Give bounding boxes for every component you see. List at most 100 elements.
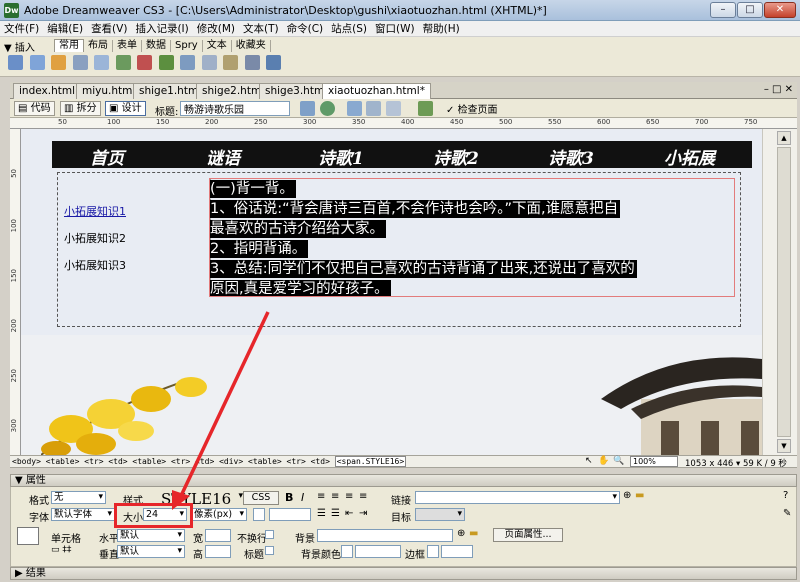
target-select[interactable] [415,508,465,521]
italic-button[interactable]: I [301,491,304,504]
menu-commands[interactable]: 命令(C) [283,21,328,36]
table-icon[interactable] [72,55,88,70]
hyperlink-icon[interactable] [8,55,23,70]
scroll-up-icon[interactable]: ▲ [777,131,791,145]
unordered-list-icon[interactable]: ☰ [317,508,326,519]
vertical-select[interactable]: 默认 [117,545,185,558]
insert-tab-spry[interactable]: Spry [171,40,203,52]
insert-tab-favorites[interactable]: 收藏夹 [232,40,271,52]
nav-riddles[interactable]: 谜语 [206,144,240,169]
side-link-3[interactable]: 小拓展知识3 [64,257,126,273]
side-link-1[interactable]: 小拓展知识1 [64,203,126,219]
preview-globe-icon[interactable] [320,101,335,116]
zoom-select[interactable]: 100% [630,456,678,467]
doc-tab-miyu[interactable]: miyu.html [76,83,142,99]
insert-tab-common[interactable]: 常用 [54,39,84,52]
minimize-button[interactable]: – [710,2,736,18]
tag-path[interactable]: <body> <table> <tr> <td> <table> <tr> <t… [12,456,407,467]
menu-modify[interactable]: 修改(M) [193,21,239,36]
outdent-icon[interactable]: ⇤ [345,508,353,519]
design-canvas[interactable]: 首页 谜语 诗歌1 诗歌2 诗歌3 小拓展 小拓展知识1 小拓展知识2 小拓展知… [21,129,762,455]
css-button[interactable]: CSS [243,491,279,505]
page-properties-button[interactable]: 页面属性... [493,528,563,542]
close-button[interactable]: ✕ [764,2,796,18]
insert-panel-header[interactable]: ▼ 插入 [4,39,35,54]
quick-tag-editor-icon[interactable]: ✎ [783,508,791,519]
scroll-thumb[interactable] [777,147,791,437]
design-view-button[interactable]: ▣ 设计 [105,101,146,116]
menu-text[interactable]: 文本(T) [239,21,283,36]
bgcolor-input[interactable] [355,545,401,558]
height-input[interactable] [205,545,231,558]
image-icon[interactable] [115,55,131,70]
doc-window-controls[interactable]: – □ ✕ [764,84,793,95]
bold-button[interactable]: B [285,491,293,504]
comment-icon[interactable] [180,55,195,70]
help-icon[interactable]: ? [783,490,788,501]
menu-help[interactable]: 帮助(H) [419,21,464,36]
horizontal-select[interactable]: 默认 [117,529,185,542]
link-input[interactable] [415,491,620,504]
tag-chooser-icon[interactable] [266,55,281,70]
menu-window[interactable]: 窗口(W) [371,21,419,36]
check-page-button[interactable]: ✓ 检查页面 [446,101,498,116]
layer-icon[interactable] [94,55,109,70]
border-color-swatch[interactable] [427,545,439,558]
nav-poems-3[interactable]: 诗歌3 [548,144,594,169]
insert-tab-text[interactable]: 文本 [203,40,232,52]
script-icon[interactable] [223,55,238,70]
code-view-button[interactable]: ▤ 代码 [14,101,55,116]
nowrap-checkbox[interactable] [265,530,274,539]
selected-tag[interactable]: <span.STYLE16> [334,456,407,467]
align-left-icon[interactable]: ≡ [317,491,325,502]
insert-tab-data[interactable]: 数据 [142,40,171,52]
named-anchor-icon[interactable] [51,55,66,70]
no-browser-check-icon[interactable] [300,101,315,116]
merge-split-cell-icon[interactable]: ▭ ‡‡ [51,545,71,555]
bg-point-to-file-icon[interactable]: ⊕ [457,528,465,539]
text-color-input[interactable] [269,508,311,521]
format-select[interactable]: 无 [51,491,106,504]
menu-file[interactable]: 文件(F) [0,21,43,36]
vertical-scrollbar[interactable]: ▲ ▼ [762,129,797,455]
email-link-icon[interactable] [29,55,45,70]
results-panel-header[interactable]: ▶ 结果 [10,567,797,580]
head-icon[interactable] [201,55,217,70]
nav-home[interactable]: 首页 [90,144,124,169]
font-select[interactable]: 默认字体 [51,508,115,521]
template-icon[interactable] [244,55,260,70]
maximize-button[interactable]: □ [737,2,763,18]
visual-aids-icon[interactable] [386,101,401,116]
width-input[interactable] [205,529,231,542]
align-center-icon[interactable]: ≡ [331,491,339,502]
indent-icon[interactable]: ⇥ [359,508,367,519]
zoom-tool-icon[interactable]: 🔍 [613,456,624,466]
menu-view[interactable]: 查看(V) [87,21,131,36]
align-right-icon[interactable]: ≡ [345,491,353,502]
validate-markup-icon[interactable] [418,101,433,116]
selected-text-cell[interactable]: (一)背一背。 1、俗话说:“背会唐诗三百首,不会作诗也会吟。”下面,谁愿意把自… [209,178,735,297]
justify-icon[interactable]: ≡ [359,491,367,502]
split-view-button[interactable]: ▥ 拆分 [60,101,101,116]
insert-tab-layout[interactable]: 布局 [84,40,113,52]
bgcolor-swatch[interactable] [341,545,353,558]
nav-extension[interactable]: 小拓展 [664,144,715,169]
border-color-input[interactable] [441,545,473,558]
insert-tab-forms[interactable]: 表单 [113,40,142,52]
nav-poems-2[interactable]: 诗歌2 [433,144,479,169]
select-pointer-icon[interactable]: ↖ [585,456,593,466]
doc-tab-index[interactable]: index.html [13,83,81,99]
doc-tab-xiaotuozhan[interactable]: xiaotuozhan.html* [322,83,431,99]
menu-site[interactable]: 站点(S) [327,21,371,36]
header-checkbox[interactable] [265,546,274,555]
scroll-down-icon[interactable]: ▼ [777,439,791,453]
hand-tool-icon[interactable]: ✋ [598,456,609,466]
properties-panel-header[interactable]: ▼ 属性 [10,474,797,487]
menu-edit[interactable]: 编辑(E) [43,21,87,36]
background-input[interactable] [317,529,453,542]
media-icon[interactable] [137,55,152,70]
date-icon[interactable] [158,55,174,70]
unit-select[interactable]: 像素(px) [191,508,247,521]
nav-poems-1[interactable]: 诗歌1 [318,144,364,169]
side-link-2[interactable]: 小拓展知识2 [64,230,126,246]
